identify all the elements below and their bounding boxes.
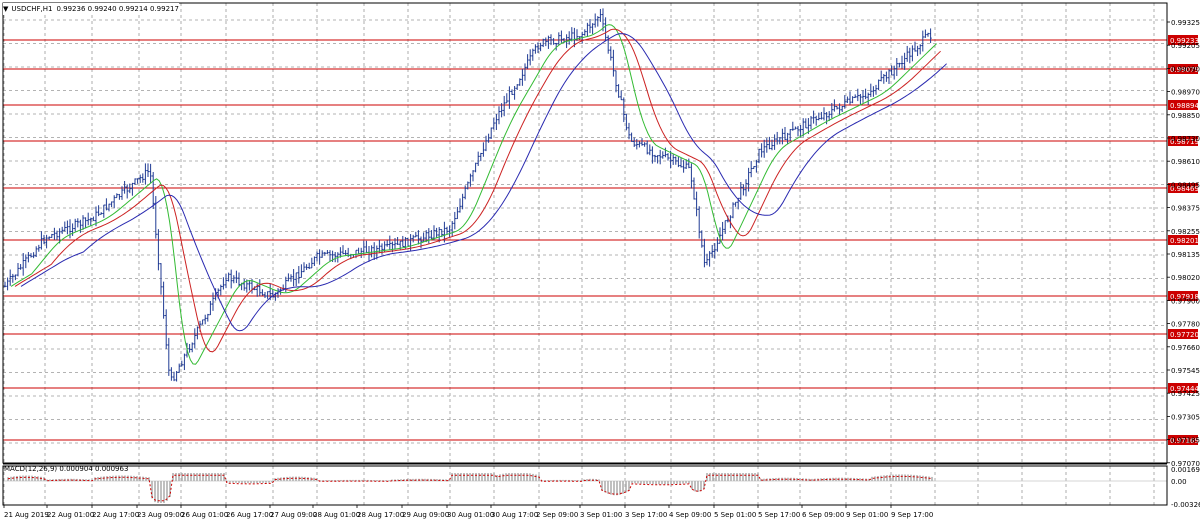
time-tick-label: 9 Sep 01:00: [846, 511, 888, 519]
time-tick-label: 22 Aug 17:00: [92, 511, 139, 519]
ohlc-values: 0.99236 0.99240 0.99214 0.99217: [56, 5, 179, 13]
macd-tick-label: -0.003269: [1171, 501, 1200, 509]
horizontal-level-lines: 0.990790.988940.987190.984690.982010.979…: [3, 35, 1199, 445]
time-tick-label: 4 Sep 09:00: [669, 511, 711, 519]
symbol-label: USDCHF,H1: [11, 5, 53, 13]
ma-mid-line: [14, 28, 941, 353]
macd-indicator: 0.0016930.00-0.003269: [3, 466, 1200, 509]
price-tick-label: 0.98135: [1171, 251, 1200, 259]
price-tick-label: 0.99205: [1171, 42, 1200, 50]
time-tick-label: 6 Sep 09:00: [802, 511, 844, 519]
moving-averages: [10, 24, 947, 365]
price-tick-label: 0.97305: [1171, 413, 1200, 421]
price-tick-label: 0.99090: [1171, 65, 1200, 73]
time-tick-label: 22 Aug 01:00: [47, 511, 94, 519]
price-tick-label: 0.98020: [1171, 274, 1200, 282]
time-tick-label: 28 Aug 17:00: [357, 511, 404, 519]
level-price-label: 0.98201: [1170, 237, 1199, 245]
price-tick-label: 0.97660: [1171, 344, 1200, 352]
price-tick-label: 0.99325: [1171, 19, 1200, 27]
time-tick-label: 30 Aug 01:00: [447, 511, 494, 519]
price-tick-label: 0.97545: [1171, 367, 1200, 375]
chart-window[interactable]: 0.99079 0.98894 0.98719 0.98469 0.98201 0.979…: [0, 0, 1200, 523]
time-tick-label: 28 Aug 01:00: [313, 511, 360, 519]
time-tick-label: 29 Aug 09:00: [402, 511, 449, 519]
price-tick-label: 0.97070: [1171, 460, 1200, 468]
price-tick-label: 0.98375: [1171, 205, 1200, 213]
time-tick-label: 3 Sep 01:00: [580, 511, 622, 519]
time-tick-label: 9 Sep 17:00: [891, 511, 933, 519]
price-tick-label: 0.98850: [1171, 112, 1200, 120]
time-tick-label: 2 Sep 09:00: [536, 511, 578, 519]
time-tick-label: 30 Aug 17:00: [491, 511, 538, 519]
time-tick-label: 23 Aug 09:00: [137, 511, 184, 519]
main-chart-border: [2, 2, 1168, 464]
price-tick-label: 0.98610: [1171, 158, 1200, 166]
time-axis[interactable]: 21 Aug 201922 Aug 01:0022 Aug 17:0023 Au…: [3, 505, 933, 519]
price-tick-label: 0.98970: [1171, 89, 1200, 97]
price-tick-label: 0.97425: [1171, 390, 1200, 398]
triangle-down-icon[interactable]: ▼: [3, 5, 8, 13]
time-tick-label: 26 Aug 17:00: [226, 511, 273, 519]
time-tick-label: 5 Sep 01:00: [714, 511, 756, 519]
price-tick-label: 0.97780: [1171, 321, 1200, 329]
price-tick-label: 0.97185: [1171, 437, 1200, 445]
macd-label: MACD(12,26,9) 0.000904 0.000963: [4, 465, 129, 473]
time-tick-label: 5 Sep 17:00: [758, 511, 800, 519]
macd-panel-border: [2, 465, 1168, 506]
price-tick-label: 0.98255: [1171, 228, 1200, 236]
level-price-label: 0.97720: [1170, 331, 1199, 339]
chart-frame: [2, 2, 1168, 506]
chart-canvas[interactable]: 0.990790.988940.987190.984690.982010.979…: [0, 0, 1200, 523]
time-tick-label: 26 Aug 01:00: [181, 511, 228, 519]
macd-tick-label: 0.00: [1171, 478, 1187, 486]
grid-lines: [3, 3, 1167, 505]
symbol-info: ▼ USDCHF,H1 0.99236 0.99240 0.99214 0.99…: [3, 3, 179, 15]
price-tick-label: 0.97900: [1171, 297, 1200, 305]
price-tick-label: 0.98730: [1171, 135, 1200, 143]
time-tick-label: 21 Aug 2019: [4, 511, 49, 519]
ma-fast-line: [10, 24, 937, 365]
price-tick-label: 0.98495: [1171, 181, 1200, 189]
level-price-label: 0.98894: [1170, 102, 1199, 110]
time-tick-label: 3 Sep 17:00: [625, 511, 667, 519]
time-tick-label: 27 Aug 09:00: [270, 511, 317, 519]
